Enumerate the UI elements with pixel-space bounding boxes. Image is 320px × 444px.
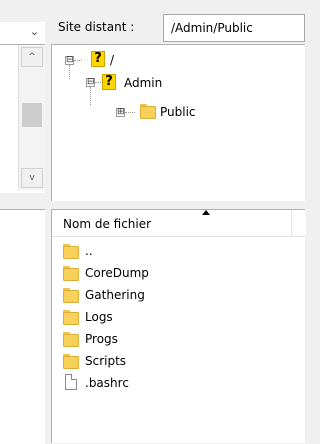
- file-name: .bashrc: [85, 376, 129, 390]
- column-divider[interactable]: [291, 210, 292, 236]
- collapse-admin-toggle[interactable]: ⊟: [86, 78, 95, 87]
- local-file-list[interactable]: [0, 209, 45, 444]
- tree-item-admin[interactable]: Admin: [124, 76, 162, 90]
- folder-icon: [140, 104, 156, 119]
- remote-directory-tree[interactable]: ⊟ ? / ⊟ ? Admin ⊞ Public: [51, 44, 305, 201]
- remote-path-input[interactable]: /Admin/Public: [163, 14, 305, 42]
- folder-icon: [63, 354, 79, 369]
- folder-icon: [63, 266, 79, 281]
- folder-icon: [63, 310, 79, 325]
- column-header-row: Nom de fichier: [52, 210, 306, 237]
- collapse-root-toggle[interactable]: ⊟: [65, 56, 74, 65]
- file-icon: [65, 374, 77, 390]
- remote-site-bar: Site distant : /Admin/Public: [51, 12, 305, 44]
- file-name: CoreDump: [85, 266, 149, 280]
- column-header-filename[interactable]: Nom de fichier: [63, 217, 151, 231]
- unknown-folder-icon: ?: [91, 51, 105, 67]
- expand-public-toggle[interactable]: ⊞: [116, 108, 125, 117]
- unknown-folder-icon: ?: [102, 74, 116, 90]
- list-item[interactable]: CoreDump: [52, 262, 292, 284]
- tree-item-public[interactable]: Public: [160, 105, 196, 119]
- remote-site-label: Site distant :: [58, 20, 135, 34]
- file-name: ..: [85, 244, 93, 258]
- horizontal-splitter[interactable]: [51, 201, 305, 209]
- list-item[interactable]: .bashrc: [52, 372, 292, 394]
- scroll-thumb[interactable]: [22, 103, 42, 127]
- list-item[interactable]: Scripts: [52, 350, 292, 372]
- scroll-up-button[interactable]: ^: [21, 47, 43, 67]
- file-name: Progs: [85, 332, 118, 346]
- file-name: Logs: [85, 310, 113, 324]
- list-item[interactable]: ..: [52, 240, 292, 262]
- sort-ascending-icon: [202, 210, 210, 215]
- tree-item-root[interactable]: /: [110, 53, 114, 67]
- folder-icon: [63, 332, 79, 347]
- file-name: Scripts: [85, 354, 127, 368]
- local-path-dropdown[interactable]: ⌄: [0, 22, 45, 45]
- list-item[interactable]: Progs: [52, 328, 292, 350]
- scroll-down-button[interactable]: v: [21, 168, 43, 188]
- local-tree-scrollbar[interactable]: ^ v: [18, 45, 45, 190]
- list-item[interactable]: Logs: [52, 306, 292, 328]
- folder-icon: [63, 244, 79, 259]
- chevron-down-icon[interactable]: ⌄: [30, 25, 39, 38]
- list-item[interactable]: Gathering: [52, 284, 292, 306]
- file-name: Gathering: [85, 288, 145, 302]
- folder-icon: [63, 288, 79, 303]
- remote-file-list[interactable]: Nom de fichier .. CoreDump Gathering Log…: [51, 209, 306, 443]
